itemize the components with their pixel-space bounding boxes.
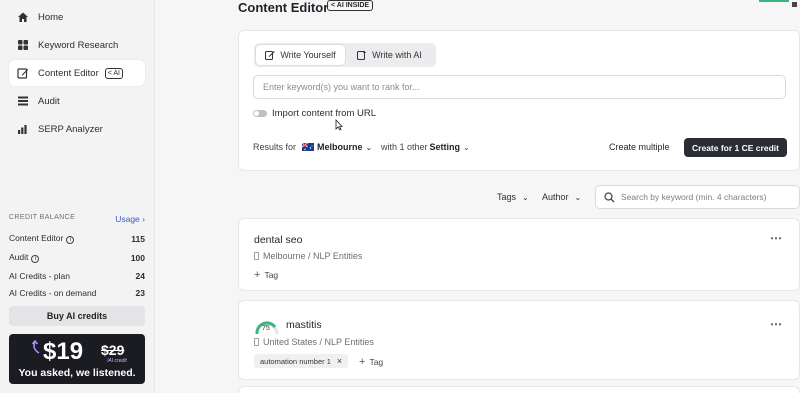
- sidebar-item-content-editor[interactable]: Content Editor < AI: [9, 60, 145, 86]
- keyword-input[interactable]: [253, 75, 786, 99]
- credit-label: AI Credits - plan: [9, 271, 70, 281]
- list-icon: [17, 95, 29, 107]
- ai-inside-badge: < AI INSIDE: [327, 0, 374, 11]
- edit-icon: [265, 51, 276, 60]
- sidebar-item-audit[interactable]: Audit: [9, 88, 145, 114]
- tab-label: Write Yourself: [280, 50, 336, 60]
- create-ce-button[interactable]: Create for 1 CE credit: [684, 138, 787, 157]
- chevron-down-icon: ⌄: [522, 192, 529, 202]
- add-tag-button[interactable]: + Tag: [254, 269, 278, 281]
- chevron-down-icon: ⌄: [463, 142, 470, 152]
- promo-old-price: $29: [101, 342, 125, 358]
- credit-label: AI Credits - on demand: [9, 288, 97, 298]
- curved-arrow-icon: [31, 340, 40, 354]
- tags-filter[interactable]: Tags ⌄: [497, 192, 529, 202]
- document-card[interactable]: [238, 386, 800, 393]
- credit-balance-header: CREDIT BALANCE Usage ›: [9, 214, 145, 224]
- author-filter[interactable]: Author ⌄: [542, 192, 581, 202]
- ai-badge: < AI: [104, 67, 124, 79]
- import-url-toggle[interactable]: [253, 110, 267, 117]
- credit-row: Content Editor i 115: [9, 233, 145, 244]
- corner-graphic-icon: [759, 0, 797, 7]
- credit-row: Audit i 100: [9, 252, 145, 263]
- australia-flag-icon: [302, 143, 315, 151]
- document-title[interactable]: mastitis: [286, 319, 322, 331]
- edit-icon: [17, 67, 29, 79]
- more-options-icon[interactable]: ⋯: [770, 317, 783, 331]
- credit-balance-heading: CREDIT BALANCE: [9, 214, 76, 221]
- tag-chip: automation number 1 ×: [254, 354, 349, 368]
- add-tag-button[interactable]: + Tag: [359, 356, 383, 368]
- location-select[interactable]: Melbourne ⌄: [302, 142, 372, 152]
- device-icon: [254, 252, 259, 260]
- document-card[interactable]: dental seo Melbourne / NLP Entities + Tag…: [238, 218, 800, 291]
- remove-tag-icon[interactable]: ×: [337, 356, 342, 366]
- sidebar-item-label: SERP Analyzer: [38, 123, 103, 135]
- credit-value: 23: [135, 288, 145, 298]
- document-card[interactable]: 75 mastitis United States / NLP Entities…: [238, 300, 800, 380]
- sidebar-item-label: Content Editor: [38, 67, 99, 79]
- promo-unit: /AI credit: [107, 358, 127, 364]
- info-icon[interactable]: i: [31, 255, 40, 263]
- sidebar: Home Keyword Research Content Editor < A…: [0, 0, 155, 393]
- ai-edit-icon: [357, 50, 367, 60]
- sidebar-item-home[interactable]: Home: [9, 4, 145, 30]
- sidebar-item-label: Audit: [38, 95, 60, 107]
- other-setting-select[interactable]: with 1 other Setting ⌄: [381, 142, 470, 152]
- content-score: 75: [262, 325, 270, 332]
- tab-write-yourself[interactable]: Write Yourself: [256, 45, 345, 65]
- tab-label: Write with AI: [372, 50, 422, 60]
- tab-write-with-ai[interactable]: Write with AI: [345, 45, 434, 65]
- mouse-cursor-icon: [335, 119, 343, 131]
- content-editor-panel: Write Yourself Write with AI Import cont…: [238, 30, 800, 171]
- sidebar-item-keyword-research[interactable]: Keyword Research: [9, 32, 145, 58]
- sidebar-item-serp-analyzer[interactable]: SERP Analyzer: [9, 116, 145, 142]
- credit-value: 115: [131, 233, 145, 244]
- chevron-down-icon: ⌄: [365, 142, 373, 152]
- import-url-label: Import content from URL: [272, 108, 377, 119]
- credit-value: 24: [135, 271, 145, 281]
- import-url-row: Import content from URL: [253, 108, 376, 119]
- results-for-label: Results for: [253, 142, 297, 152]
- credit-label: Content Editor: [9, 233, 64, 243]
- credit-value: 100: [130, 252, 145, 263]
- promo-banner[interactable]: $19 $29 /AI credit You asked, we listene…: [9, 334, 145, 384]
- credit-row: AI Credits - plan 24: [9, 271, 145, 281]
- buy-ai-credits-button[interactable]: Buy AI credits: [9, 306, 145, 326]
- credit-label: Audit: [9, 252, 29, 262]
- more-options-icon[interactable]: ⋯: [770, 231, 783, 245]
- promo-price: $19: [43, 338, 84, 365]
- home-icon: [17, 11, 29, 23]
- plus-icon: +: [254, 269, 261, 281]
- document-meta: United States / NLP Entities: [254, 337, 374, 347]
- sidebar-item-label: Keyword Research: [38, 39, 119, 51]
- document-meta: Melbourne / NLP Entities: [254, 251, 362, 261]
- results-for-row: Results for Melbourne ⌄: [253, 142, 372, 152]
- create-multiple-button[interactable]: Create multiple: [609, 142, 670, 152]
- main-content: Content Editor < AI INSIDE Write Yoursel…: [155, 0, 800, 393]
- promo-tagline: You asked, we listened.: [18, 367, 136, 379]
- search-input[interactable]: [621, 192, 796, 202]
- usage-link[interactable]: Usage ›: [115, 214, 145, 224]
- plus-icon: +: [359, 356, 366, 368]
- credit-row: AI Credits - on demand 23: [9, 288, 145, 298]
- device-icon: [254, 338, 259, 346]
- sidebar-item-label: Home: [38, 11, 64, 23]
- write-mode-tabs: Write Yourself Write with AI: [254, 43, 436, 67]
- grid-icon: [17, 39, 29, 51]
- info-icon[interactable]: i: [66, 236, 75, 244]
- search-box: [595, 185, 800, 209]
- document-title[interactable]: dental seo: [254, 234, 302, 246]
- bar-chart-icon: [17, 123, 29, 135]
- search-icon: [604, 191, 615, 202]
- page-title: Content Editor: [238, 0, 329, 15]
- chevron-down-icon: ⌄: [574, 192, 582, 202]
